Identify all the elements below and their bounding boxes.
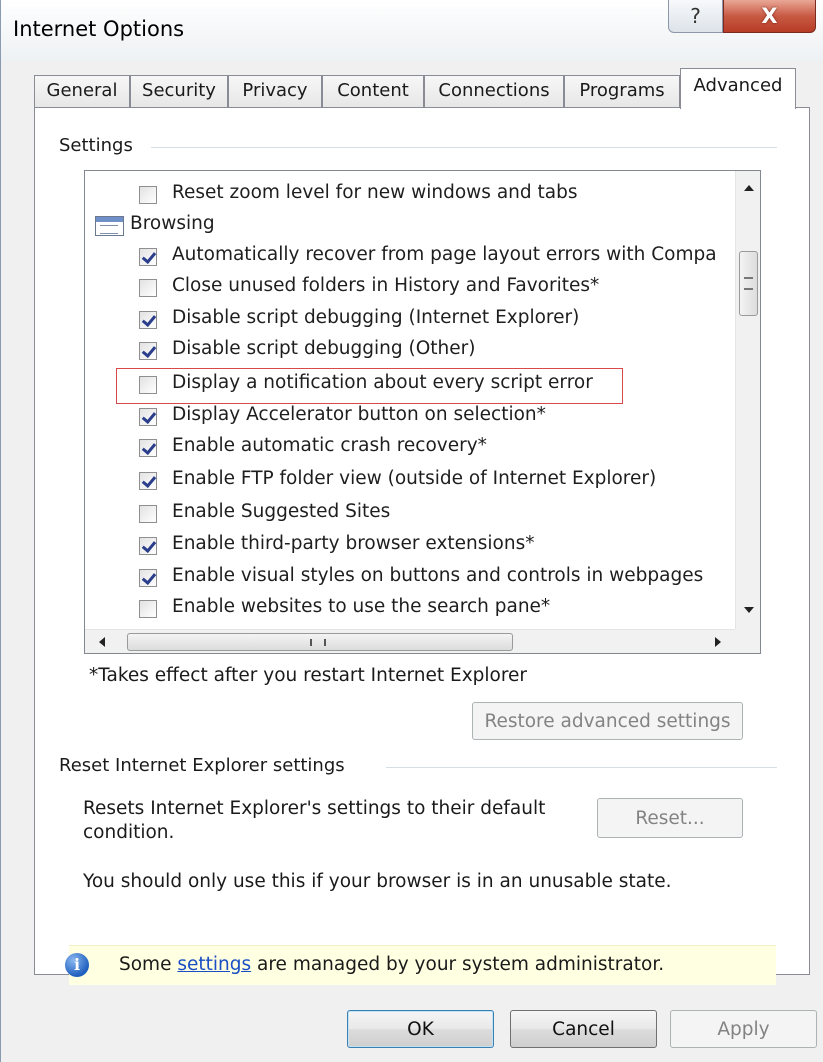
setting-label: Display Accelerator button on selection* — [172, 404, 546, 425]
setting-label: Reset zoom level for new windows and tab… — [172, 182, 578, 203]
horizontal-scroll-thumb[interactable] — [127, 633, 513, 651]
setting-label: Disable script debugging (Internet Explo… — [172, 307, 580, 328]
help-icon: ? — [690, 4, 701, 28]
setting-checkbox[interactable] — [139, 505, 157, 523]
setting-group-label: Browsing — [130, 213, 215, 234]
setting-script-error-notification[interactable]: Display a notification about every scrip… — [85, 369, 735, 400]
setting-auto-recover-layout[interactable]: Automatically recover from page layout e… — [85, 241, 735, 272]
setting-checkbox[interactable] — [139, 311, 157, 329]
title-bar[interactable]: Internet Options ? X — [1, 0, 823, 62]
setting-label: Enable websites to use the search pane* — [172, 596, 551, 617]
reset-warning: You should only use this if your browser… — [83, 871, 672, 892]
tab-security[interactable]: Security — [130, 75, 228, 108]
setting-visual-styles[interactable]: Enable visual styles on buttons and cont… — [85, 562, 735, 593]
restore-advanced-settings-button[interactable]: Restore advanced settings — [472, 702, 743, 740]
settings-link[interactable]: settings — [177, 954, 251, 975]
settings-list-viewport: Reset zoom level for new windows and tab… — [85, 171, 735, 629]
info-prefix: Some — [119, 954, 178, 975]
vertical-scrollbar[interactable] — [735, 171, 760, 629]
setting-label: Automatically recover from page layout e… — [172, 244, 717, 265]
tab-advanced[interactable]: Advanced — [680, 68, 796, 109]
tab-content[interactable]: Content — [322, 75, 424, 108]
scroll-right-icon[interactable] — [715, 637, 721, 647]
info-suffix: are managed by your system administrator… — [251, 954, 665, 975]
reset-group-label: Reset Internet Explorer settings — [59, 755, 355, 776]
ok-button[interactable]: OK — [347, 1010, 494, 1048]
setting-search-pane[interactable]: Enable websites to use the search pane* — [85, 593, 735, 624]
tab-programs[interactable]: Programs — [564, 75, 680, 108]
setting-third-party-extensions[interactable]: Enable third-party browser extensions* — [85, 530, 735, 561]
scroll-down-icon[interactable] — [744, 607, 754, 613]
setting-label: Enable automatic crash recovery* — [172, 435, 487, 456]
setting-checkbox[interactable] — [139, 439, 157, 457]
info-icon: i — [65, 953, 89, 977]
setting-checkbox[interactable] — [139, 537, 157, 555]
reset-group-divider — [386, 767, 777, 768]
close-button[interactable]: X — [723, 0, 816, 33]
scrollbar-corner — [735, 629, 760, 653]
internet-options-dialog: Internet Options ? X General Security Pr… — [0, 0, 823, 1062]
cancel-button[interactable]: Cancel — [510, 1010, 657, 1048]
setting-checkbox[interactable] — [139, 569, 157, 587]
setting-disable-script-debug-ie[interactable]: Disable script debugging (Internet Explo… — [85, 304, 735, 335]
setting-disable-script-debug-other[interactable]: Disable script debugging (Other) — [85, 335, 735, 366]
setting-label: Display a notification about every scrip… — [172, 372, 593, 393]
setting-reset-zoom[interactable]: Reset zoom level for new windows and tab… — [85, 179, 735, 210]
setting-checkbox[interactable] — [139, 342, 157, 360]
restart-note: *Takes effect after you restart Internet… — [89, 665, 528, 686]
setting-label: Enable third-party browser extensions* — [172, 533, 535, 554]
setting-group-browsing[interactable]: Browsing — [85, 210, 735, 241]
setting-label: Disable script debugging (Other) — [172, 338, 476, 359]
window-title: Internet Options — [13, 17, 185, 41]
setting-crash-recovery[interactable]: Enable automatic crash recovery* — [85, 432, 735, 463]
tab-connections[interactable]: Connections — [424, 75, 564, 108]
setting-accelerator-button[interactable]: Display Accelerator button on selection* — [85, 401, 735, 432]
setting-close-unused-folders[interactable]: Close unused folders in History and Favo… — [85, 272, 735, 303]
setting-label: Close unused folders in History and Favo… — [172, 275, 600, 296]
setting-checkbox[interactable] — [139, 279, 157, 297]
apply-button[interactable]: Apply — [670, 1010, 817, 1048]
setting-label: Enable Suggested Sites — [172, 501, 391, 522]
settings-list[interactable]: Reset zoom level for new windows and tab… — [84, 170, 761, 654]
setting-label: Enable FTP folder view (outside of Inter… — [172, 468, 657, 489]
settings-group-label: Settings — [59, 135, 143, 156]
setting-checkbox[interactable] — [139, 408, 157, 426]
info-bar: i Some settings are managed by your syst… — [65, 945, 776, 985]
setting-checkbox[interactable] — [139, 600, 157, 618]
tab-general[interactable]: General — [34, 75, 130, 108]
vertical-scroll-thumb[interactable] — [739, 251, 758, 316]
setting-ftp-folder-view[interactable]: Enable FTP folder view (outside of Inter… — [85, 465, 735, 496]
scroll-up-icon[interactable] — [744, 185, 754, 191]
setting-checkbox[interactable] — [139, 472, 157, 490]
setting-checkbox[interactable] — [139, 376, 157, 394]
reset-description: Resets Internet Explorer's settings to t… — [83, 798, 546, 843]
close-icon: X — [761, 4, 778, 28]
setting-label: Enable visual styles on buttons and cont… — [172, 565, 704, 586]
setting-suggested-sites[interactable]: Enable Suggested Sites — [85, 498, 735, 529]
settings-group-icon — [95, 216, 124, 236]
tab-privacy[interactable]: Privacy — [228, 75, 322, 108]
scroll-left-icon[interactable] — [99, 637, 105, 647]
reset-button[interactable]: Reset... — [597, 798, 743, 838]
setting-checkbox[interactable] — [139, 248, 157, 266]
info-bar-text: Some settings are managed by your system… — [119, 954, 664, 975]
settings-group-divider — [151, 147, 777, 148]
setting-checkbox[interactable] — [139, 186, 157, 204]
horizontal-scrollbar[interactable] — [85, 629, 735, 653]
help-button[interactable]: ? — [668, 0, 723, 33]
